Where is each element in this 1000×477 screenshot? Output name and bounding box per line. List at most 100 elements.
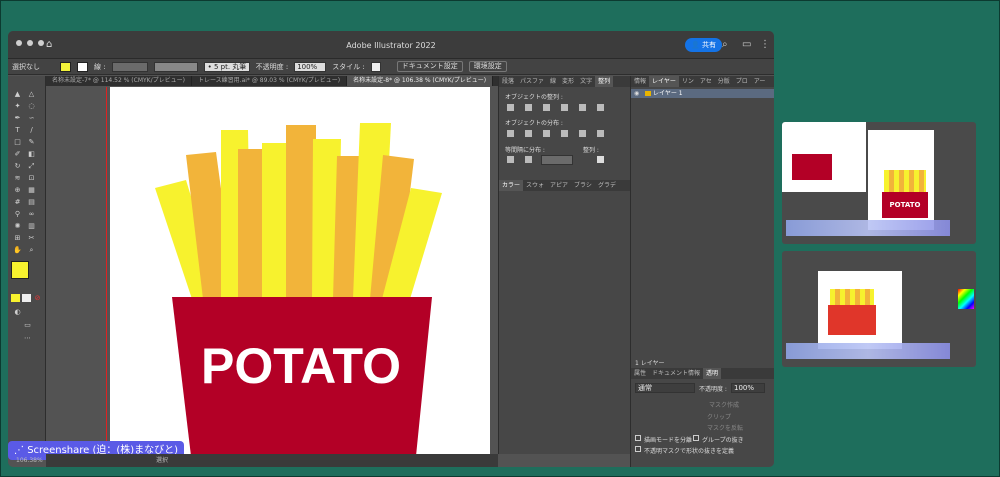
- tab-brushes[interactable]: ブラシ: [571, 180, 595, 191]
- align-bottom-icon[interactable]: [597, 104, 604, 111]
- spacing-horizontal-icon[interactable]: [525, 156, 532, 163]
- more-icon[interactable]: ⋮: [760, 39, 770, 50]
- tab-paragraph[interactable]: 段落: [499, 76, 517, 87]
- opacity-mask-knockout-checkbox[interactable]: [635, 446, 641, 452]
- fill-color-box[interactable]: [11, 261, 29, 279]
- hand-icon[interactable]: ✋: [13, 246, 22, 254]
- distribute-right-icon[interactable]: [597, 130, 604, 137]
- none-mode-icon[interactable]: ⊘: [33, 294, 42, 302]
- align-vcenter-icon[interactable]: [579, 104, 586, 111]
- pen-tool-icon[interactable]: ✒: [13, 114, 22, 122]
- tab-transparency[interactable]: 透明: [703, 368, 722, 379]
- tab-properties[interactable]: プロ: [733, 76, 751, 87]
- document-settings-button[interactable]: ドキュメント設定: [396, 61, 463, 72]
- scale-icon[interactable]: ⤢: [27, 162, 36, 170]
- search-icon[interactable]: ⌕: [722, 39, 728, 50]
- stroke-weight-field[interactable]: [111, 61, 148, 72]
- align-left-icon[interactable]: [507, 104, 514, 111]
- free-transform-icon[interactable]: ⊡: [27, 174, 36, 182]
- magic-wand-icon[interactable]: ✦: [13, 102, 22, 110]
- tab-swatches[interactable]: スウォ: [523, 180, 547, 191]
- slice-icon[interactable]: ✂: [27, 234, 36, 242]
- stroke-swatch[interactable]: [77, 61, 88, 72]
- line-tool-icon[interactable]: /: [27, 126, 36, 134]
- tab-pathfinder[interactable]: パスファ: [517, 76, 547, 87]
- isolate-blending-checkbox[interactable]: [635, 435, 641, 441]
- tab-character[interactable]: 文字: [577, 76, 595, 87]
- knockout-group-checkbox[interactable]: [693, 435, 699, 441]
- shape-builder-icon[interactable]: ⊕: [13, 186, 22, 194]
- blend-mode-select[interactable]: 通常: [635, 383, 695, 393]
- fill-swatch[interactable]: [60, 61, 71, 72]
- draw-mode-icon[interactable]: ◐: [13, 308, 22, 316]
- rectangle-icon[interactable]: □: [13, 138, 22, 146]
- artboard[interactable]: POTATO: [110, 87, 490, 456]
- workspace-icon[interactable]: ▭: [742, 39, 751, 50]
- brush-field[interactable]: • 5 pt. 丸筆: [203, 61, 250, 72]
- tab-align[interactable]: 整列: [595, 76, 614, 87]
- tab-stroke[interactable]: 線: [547, 76, 559, 87]
- eraser-icon[interactable]: ◧: [27, 150, 36, 158]
- preferences-button[interactable]: 環境設定: [468, 61, 507, 72]
- screen-mode-icon[interactable]: ▭: [23, 321, 32, 329]
- tab-separations[interactable]: 分版: [715, 76, 733, 87]
- opacity-field[interactable]: 100%: [294, 61, 327, 72]
- participant-thumbnail-2[interactable]: [782, 251, 976, 367]
- type-tool-icon[interactable]: T: [13, 126, 22, 134]
- tab-artboards[interactable]: アー: [751, 76, 769, 87]
- gradient-icon[interactable]: ▤: [27, 198, 36, 206]
- potato-fries-illustration[interactable]: POTATO: [110, 87, 490, 456]
- tab-layers[interactable]: レイヤー: [649, 76, 679, 87]
- zoom-icon[interactable]: ⌕: [27, 246, 36, 254]
- tab-links[interactable]: リン: [679, 76, 697, 87]
- warp-icon[interactable]: ≋: [13, 174, 22, 182]
- eyedropper-icon[interactable]: ⚲: [13, 210, 22, 218]
- tab-color[interactable]: カラー: [499, 180, 524, 191]
- mesh-icon[interactable]: #: [13, 198, 22, 206]
- spacing-value-field[interactable]: [541, 155, 573, 165]
- graph-icon[interactable]: ▥: [27, 222, 36, 230]
- lasso-icon[interactable]: ◌: [27, 102, 36, 110]
- variable-width-field[interactable]: [153, 61, 198, 72]
- make-mask-button[interactable]: マスク作成: [709, 400, 739, 409]
- direct-selection-icon[interactable]: △: [27, 90, 36, 98]
- tab-assets[interactable]: アセ: [697, 76, 715, 87]
- tab-document-info[interactable]: ドキュメント情報: [649, 368, 703, 379]
- align-top-icon[interactable]: [561, 104, 568, 111]
- invert-mask-checkbox[interactable]: マスクを反転: [707, 423, 743, 432]
- tab-info[interactable]: 情報: [631, 76, 649, 87]
- blend-icon[interactable]: ∞: [27, 210, 36, 218]
- tab-appearance[interactable]: アピア: [547, 180, 571, 191]
- distribute-hcenter-icon[interactable]: [579, 130, 586, 137]
- clip-checkbox[interactable]: クリップ: [707, 412, 731, 421]
- tab-gradient[interactable]: グラデ: [595, 180, 619, 191]
- eye-icon[interactable]: ◉: [634, 89, 639, 98]
- curvature-icon[interactable]: ∽: [27, 114, 36, 122]
- symbol-sprayer-icon[interactable]: ✺: [13, 222, 22, 230]
- layer-row[interactable]: ◉ レイヤー 1: [631, 89, 774, 98]
- zoom-level[interactable]: 106.38%: [16, 454, 43, 467]
- edit-toolbar-icon[interactable]: ⋯: [23, 334, 32, 342]
- color-mode-icon[interactable]: [11, 294, 20, 302]
- style-swatch[interactable]: [370, 61, 381, 72]
- gradient-mode-icon[interactable]: [22, 294, 31, 302]
- shaper-icon[interactable]: ✐: [13, 150, 22, 158]
- rotate-icon[interactable]: ↻: [13, 162, 22, 170]
- artboard-tool-icon[interactable]: ⊞: [13, 234, 22, 242]
- distribute-left-icon[interactable]: [561, 130, 568, 137]
- distribute-bottom-icon[interactable]: [543, 130, 550, 137]
- align-right-icon[interactable]: [543, 104, 550, 111]
- tab-doc-7[interactable]: 名称未設定-7* @ 114.52 % (CMYK/プレビュー): [46, 76, 192, 86]
- tab-doc-8[interactable]: 名称未設定-8* @ 106.38 % (CMYK/プレビュー): [347, 76, 494, 86]
- tab-transform[interactable]: 変形: [559, 76, 577, 87]
- paintbrush-icon[interactable]: ✎: [27, 138, 36, 146]
- share-button[interactable]: 👤 共有: [685, 38, 722, 52]
- tab-trace-practice[interactable]: トレース練習用.ai* @ 89.03 % (CMYK/プレビュー): [192, 76, 348, 86]
- transparency-opacity-field[interactable]: 100%: [731, 383, 765, 393]
- tab-attributes[interactable]: 属性: [631, 368, 649, 379]
- perspective-icon[interactable]: ▦: [27, 186, 36, 194]
- align-to-selection-icon[interactable]: [597, 156, 604, 163]
- selection-tool-icon[interactable]: ▲: [13, 90, 22, 98]
- spacing-vertical-icon[interactable]: [507, 156, 514, 163]
- distribute-top-icon[interactable]: [507, 130, 514, 137]
